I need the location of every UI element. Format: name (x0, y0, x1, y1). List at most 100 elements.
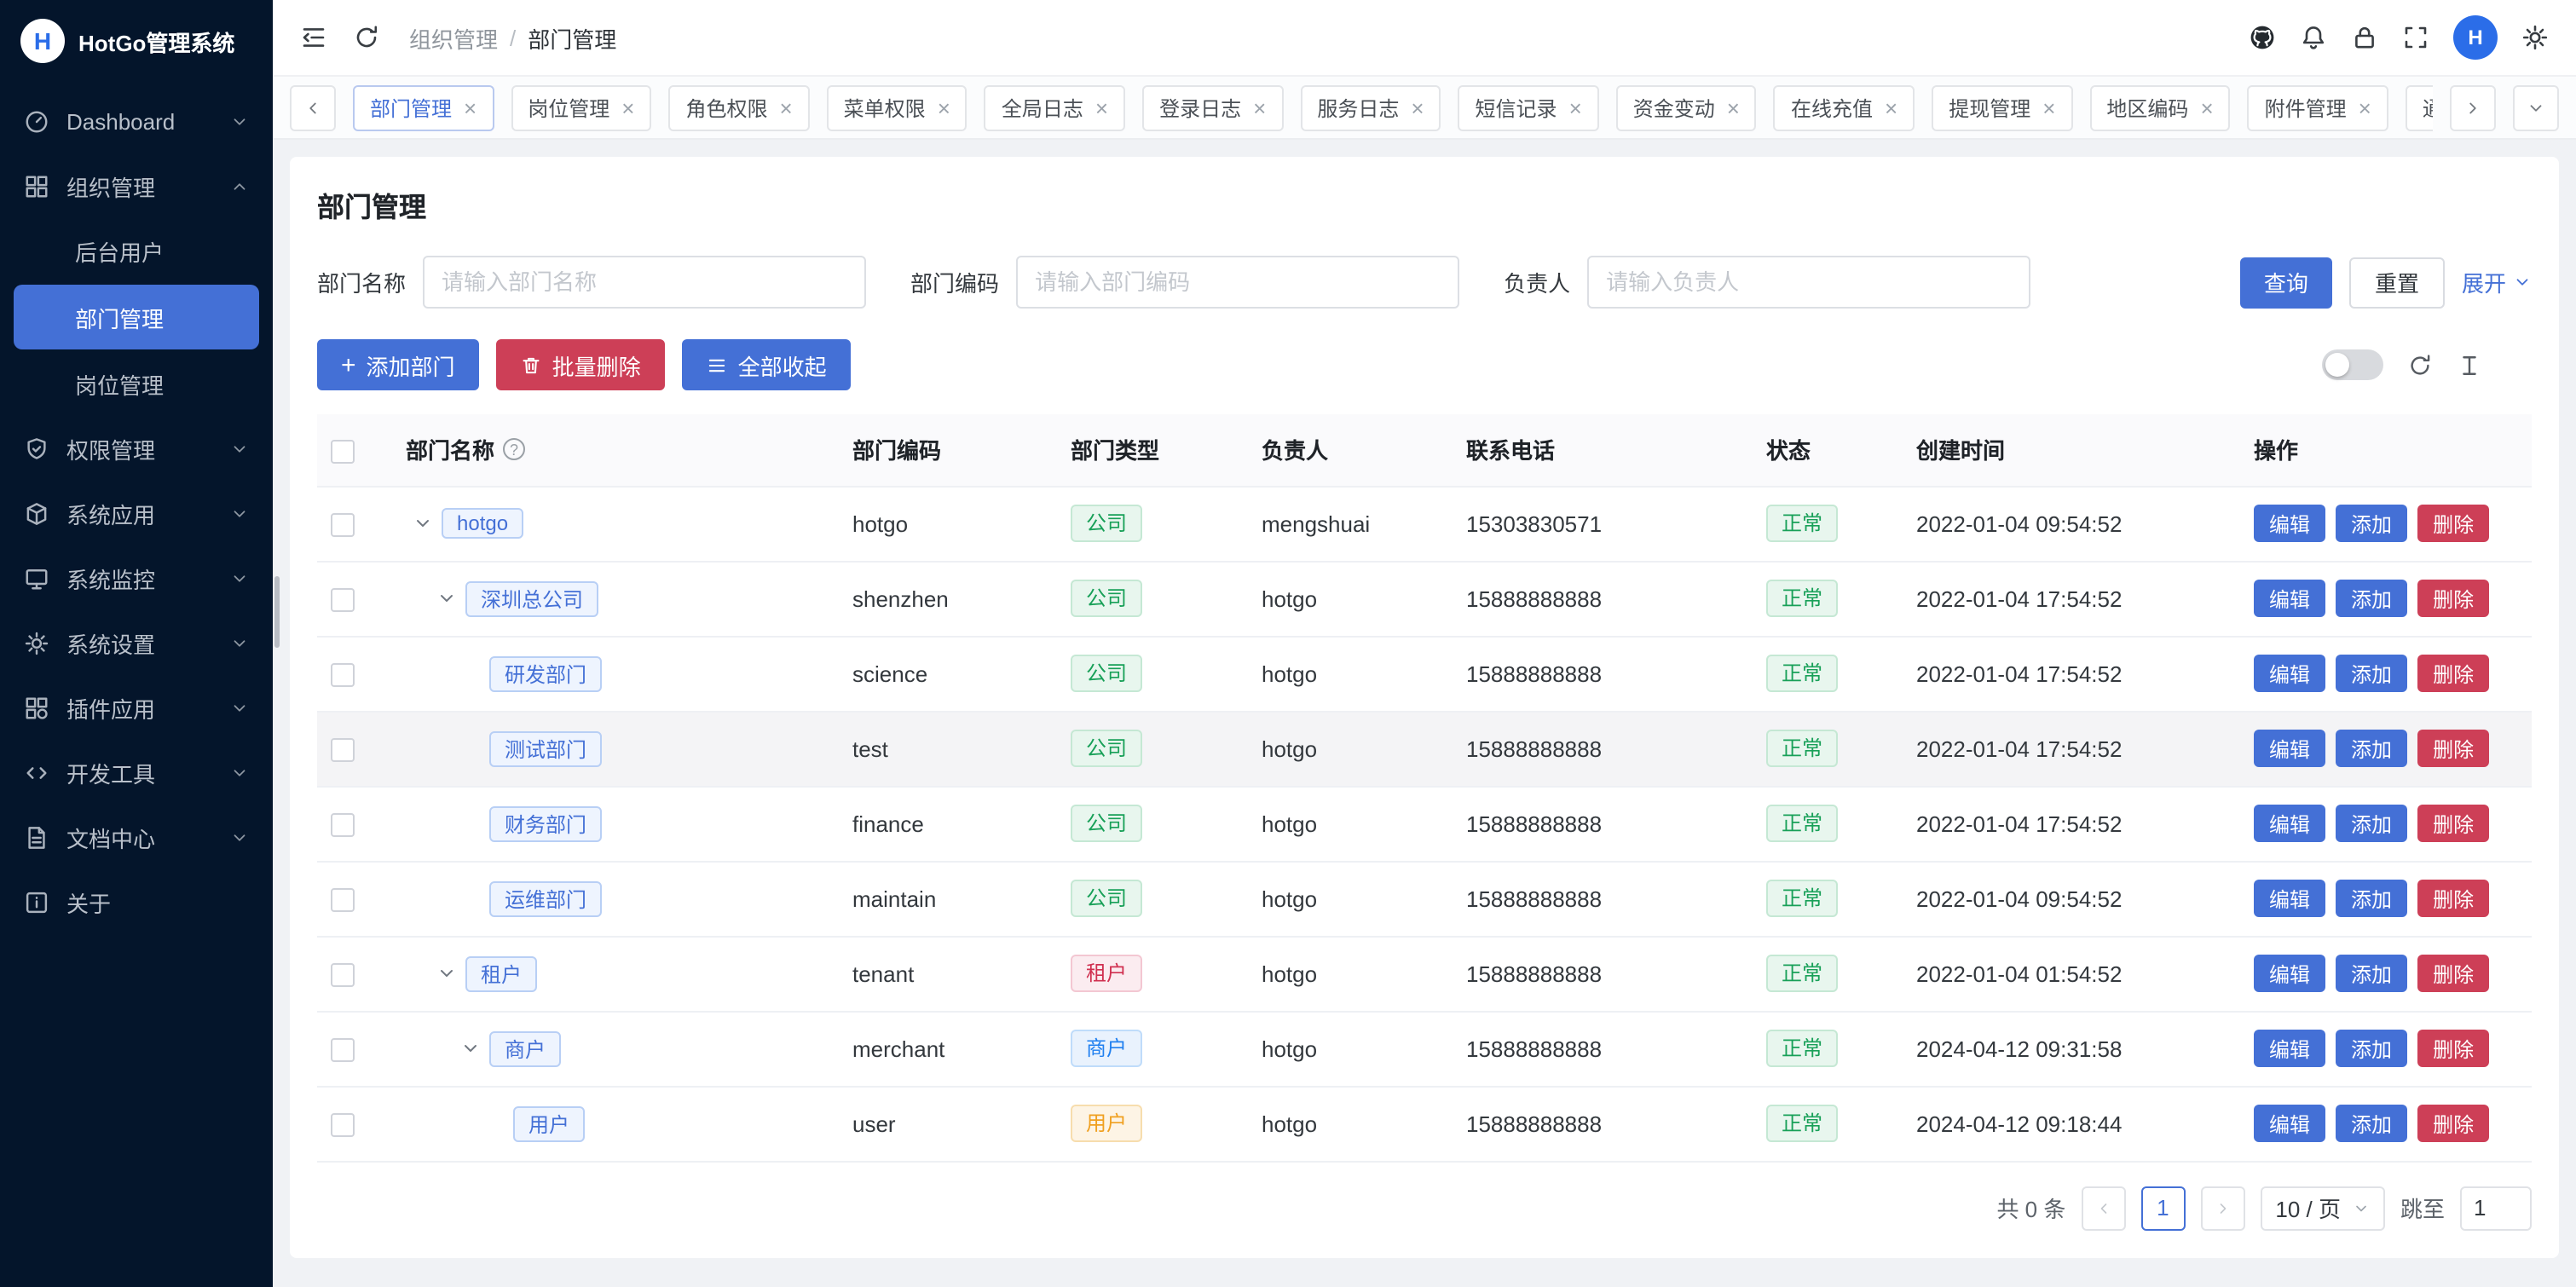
tab-close-icon[interactable]: × (2359, 96, 2371, 118)
tab-close-icon[interactable]: × (1095, 96, 1108, 118)
tree-expand-caret[interactable] (413, 513, 433, 534)
lock-icon[interactable] (2351, 24, 2378, 51)
bell-icon[interactable] (2300, 24, 2327, 51)
row-checkbox[interactable] (331, 1038, 355, 1062)
edit-button[interactable]: 编辑 (2254, 880, 2325, 917)
sidebar-item-about[interactable]: 关于 (0, 869, 273, 934)
sidebar-item-plugins[interactable]: 插件应用 (0, 675, 273, 740)
tab-短信记录[interactable]: 短信记录× (1458, 84, 1599, 130)
sidebar-item-system-apps[interactable]: 系统应用 (0, 481, 273, 545)
tab-附件管理[interactable]: 附件管理× (2248, 84, 2388, 130)
help-icon[interactable]: ? (503, 439, 525, 461)
row-checkbox[interactable] (331, 813, 355, 837)
tab-地区编码[interactable]: 地区编码× (2089, 84, 2230, 130)
department-name-tag[interactable]: hotgo (442, 508, 523, 539)
tree-expand-caret[interactable] (436, 963, 457, 984)
tabs-scroll-right-button[interactable] (2450, 84, 2496, 130)
delete-button[interactable]: 删除 (2417, 580, 2489, 617)
row-checkbox[interactable] (331, 738, 355, 762)
tab-close-icon[interactable]: × (1727, 96, 1740, 118)
department-name-tag[interactable]: 运维部门 (489, 880, 602, 916)
page-size-select[interactable]: 10 / 页 (2260, 1186, 2385, 1230)
table-striped-toggle[interactable] (2322, 349, 2383, 380)
prev-page-button[interactable] (2081, 1186, 2125, 1230)
department-name-tag[interactable]: 研发部门 (489, 655, 602, 691)
tabs-scroll-left-button[interactable] (290, 84, 336, 130)
tab-在线充值[interactable]: 在线充值× (1774, 84, 1915, 130)
add-button[interactable]: 添加 (2336, 805, 2407, 842)
tab-资金变动[interactable]: 资金变动× (1616, 84, 1757, 130)
edit-button[interactable]: 编辑 (2254, 955, 2325, 992)
tab-全局日志[interactable]: 全局日志× (985, 84, 1125, 130)
delete-button[interactable]: 删除 (2417, 730, 2489, 767)
tab-岗位管理[interactable]: 岗位管理× (511, 84, 651, 130)
tab-close-icon[interactable]: × (779, 96, 792, 118)
add-button[interactable]: 添加 (2336, 1105, 2407, 1142)
reset-button[interactable]: 重置 (2349, 257, 2445, 308)
delete-button[interactable]: 删除 (2417, 1030, 2489, 1067)
row-checkbox[interactable] (331, 663, 355, 687)
refresh-icon[interactable] (353, 24, 380, 51)
tab-菜单权限[interactable]: 菜单权限× (827, 84, 967, 130)
collapse-all-button[interactable]: 全部收起 (682, 339, 851, 390)
add-department-button[interactable]: + 添加部门 (317, 339, 479, 390)
delete-button[interactable]: 删除 (2417, 1105, 2489, 1142)
row-checkbox[interactable] (331, 513, 355, 537)
row-checkbox[interactable] (331, 888, 355, 912)
tab-close-icon[interactable]: × (2200, 96, 2213, 118)
sidebar-item-dashboard[interactable]: Dashboard (0, 89, 273, 153)
sidebar-item-departments[interactable]: 部门管理 (14, 285, 259, 349)
sidebar-item-docs[interactable]: 文档中心 (0, 805, 273, 869)
edit-button[interactable]: 编辑 (2254, 1105, 2325, 1142)
app-logo[interactable]: H HotGo管理系统 (0, 0, 273, 82)
page-1-button[interactable]: 1 (2140, 1186, 2185, 1230)
sidebar-item-dev-tools[interactable]: 开发工具 (0, 740, 273, 805)
tab-close-icon[interactable]: × (464, 96, 477, 118)
tab-close-icon[interactable]: × (938, 96, 950, 118)
search-input-1[interactable] (1016, 256, 1459, 309)
edit-button[interactable]: 编辑 (2254, 655, 2325, 692)
department-name-tag[interactable]: 深圳总公司 (465, 580, 598, 616)
tab-角色权限[interactable]: 角色权限× (668, 84, 809, 130)
query-button[interactable]: 查询 (2240, 257, 2332, 308)
add-button[interactable]: 添加 (2336, 730, 2407, 767)
tab-close-icon[interactable]: × (1569, 96, 1582, 118)
gear-icon[interactable] (2506, 352, 2532, 378)
tree-expand-caret[interactable] (460, 1038, 481, 1059)
edit-button[interactable]: 编辑 (2254, 505, 2325, 542)
row-checkbox[interactable] (331, 963, 355, 987)
edit-button[interactable]: 编辑 (2254, 730, 2325, 767)
delete-button[interactable]: 删除 (2417, 805, 2489, 842)
expand-button[interactable]: 展开 (2462, 266, 2532, 298)
tab-登录日志[interactable]: 登录日志× (1142, 84, 1283, 130)
sidebar-item-permissions[interactable]: 权限管理 (0, 416, 273, 481)
add-button[interactable]: 添加 (2336, 505, 2407, 542)
delete-button[interactable]: 删除 (2417, 880, 2489, 917)
tab-close-icon[interactable]: × (1253, 96, 1266, 118)
add-button[interactable]: 添加 (2336, 1030, 2407, 1067)
user-avatar[interactable]: H (2453, 15, 2498, 60)
tabs-menu-button[interactable] (2513, 84, 2559, 130)
department-name-tag[interactable]: 用户 (513, 1105, 585, 1141)
tab-close-icon[interactable]: × (2042, 96, 2055, 118)
tab-部门管理[interactable]: 部门管理× (353, 84, 494, 130)
delete-button[interactable]: 删除 (2417, 955, 2489, 992)
delete-button[interactable]: 删除 (2417, 655, 2489, 692)
add-button[interactable]: 添加 (2336, 880, 2407, 917)
settings-icon[interactable] (2521, 24, 2549, 51)
edit-button[interactable]: 编辑 (2254, 805, 2325, 842)
row-height-icon[interactable] (2457, 352, 2482, 378)
jump-page-input[interactable] (2460, 1186, 2532, 1230)
search-input-0[interactable] (423, 256, 866, 309)
tab-提现管理[interactable]: 提现管理× (1932, 84, 2072, 130)
sidebar-item-positions[interactable]: 岗位管理 (0, 351, 273, 416)
refresh-icon[interactable] (2407, 352, 2433, 378)
department-name-tag[interactable]: 租户 (465, 955, 537, 991)
edit-button[interactable]: 编辑 (2254, 1030, 2325, 1067)
tab-close-icon[interactable]: × (621, 96, 634, 118)
tab-通知公告[interactable]: 通知公告× (2406, 84, 2433, 130)
sidebar-item-backend-users[interactable]: 后台用户 (0, 218, 273, 283)
search-input-2[interactable] (1587, 256, 2030, 309)
github-icon[interactable] (2249, 24, 2276, 51)
add-button[interactable]: 添加 (2336, 655, 2407, 692)
